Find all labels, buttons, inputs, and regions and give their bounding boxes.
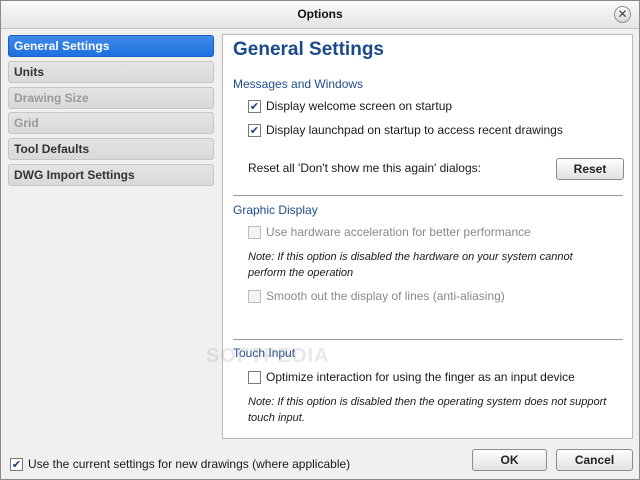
sidebar-item-label: Units (14, 64, 44, 79)
sidebar-item-tool-defaults[interactable]: Tool Defaults (8, 138, 214, 161)
sidebar-item-label: Tool Defaults (14, 142, 90, 157)
section-title-touch: Touch Input (233, 346, 296, 360)
checkbox-label: Display launchpad on startup to access r… (266, 123, 563, 137)
sidebar-item-label: Drawing Size (14, 90, 89, 105)
title-bar[interactable]: Options ✕ (1, 1, 639, 29)
sidebar-item-units[interactable]: Units (8, 60, 214, 83)
checkbox-checked-icon[interactable]: ✔ (248, 124, 261, 137)
checkbox-checked-icon[interactable]: ✔ (10, 458, 23, 471)
sidebar-item-general-settings[interactable]: General Settings (8, 35, 214, 57)
checkbox-unchecked-icon[interactable] (248, 371, 261, 384)
close-icon[interactable]: ✕ (614, 6, 631, 23)
reset-button[interactable]: Reset (556, 158, 624, 180)
section-title-messages: Messages and Windows (233, 77, 364, 91)
page-title: General Settings (233, 39, 384, 60)
sidebar-item-grid: Grid (8, 112, 214, 135)
sidebar-item-drawing-size: Drawing Size (8, 86, 214, 109)
sidebar-item-label: Grid (14, 116, 39, 131)
ok-button[interactable]: OK (472, 449, 547, 471)
section-title-graphic: Graphic Display (233, 203, 318, 217)
settings-panel: General Settings Messages and Windows ✔ D… (222, 34, 633, 439)
launchpad-checkbox[interactable]: ✔ Display launchpad on startup to access … (248, 123, 563, 139)
checkbox-label: Use the current settings for new drawing… (28, 457, 351, 471)
section-divider (233, 195, 623, 196)
finger-input-checkbox[interactable]: Optimize interaction for using the finge… (248, 370, 575, 386)
checkbox-label: Optimize interaction for using the finge… (266, 370, 575, 384)
touch-note: Note: If this option is disabled then th… (248, 396, 607, 424)
section-divider (233, 339, 623, 340)
checkbox-label: Use hardware acceleration for better per… (266, 225, 531, 239)
options-dialog: Options ✕ General Settings Units Drawing… (0, 0, 640, 480)
checkbox-unchecked-icon (248, 290, 261, 303)
anti-aliasing-checkbox: Smooth out the display of lines (anti-al… (248, 289, 505, 305)
hardware-acceleration-checkbox: Use hardware acceleration for better per… (248, 225, 531, 241)
welcome-screen-checkbox[interactable]: ✔ Display welcome screen on startup (248, 99, 452, 115)
cancel-button[interactable]: Cancel (556, 449, 633, 471)
hardware-note: Note: If this option is disabled the har… (248, 251, 573, 279)
sidebar-item-dwg-import-settings[interactable]: DWG Import Settings (8, 163, 214, 186)
dialog-title: Options (297, 7, 343, 21)
checkbox-label: Smooth out the display of lines (anti-al… (266, 289, 505, 303)
sidebar-item-label: DWG Import Settings (14, 167, 135, 182)
current-settings-checkbox[interactable]: ✔ Use the current settings for new drawin… (10, 457, 350, 473)
sidebar-nav: General Settings Units Drawing Size Grid… (8, 35, 214, 190)
sidebar-item-label: General Settings (14, 39, 110, 53)
checkbox-label: Display welcome screen on startup (266, 99, 453, 113)
reset-dialogs-label: Reset all 'Don't show me this again' dia… (248, 161, 481, 175)
checkbox-unchecked-icon (248, 226, 261, 239)
checkbox-checked-icon[interactable]: ✔ (248, 100, 261, 113)
